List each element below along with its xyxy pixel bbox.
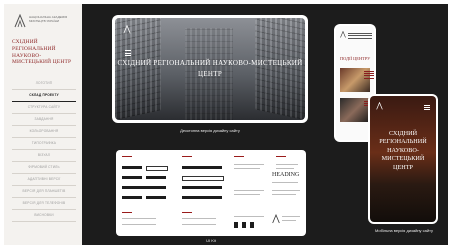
brand-title: СХІДНИЙ РЕГІОНАЛЬНИЙ НАУКОВО-МИСТЕЦЬКИЙ … <box>12 39 72 66</box>
nav-item-typography[interactable]: ТИПОГРАФІКА <box>12 138 76 150</box>
hero-title: СХІДНИЙ РЕГІОНАЛЬНИЙ НАУКОВО-МИСТЕЦЬКИЙ … <box>117 59 303 78</box>
ui-kit-caption: UI Kit <box>206 238 216 243</box>
desktop-caption: Десктопна версія дизайну сайту <box>180 128 240 133</box>
nav-item-conclusions[interactable]: ВИСНОВКИ <box>12 210 76 222</box>
nav-item-style[interactable]: ФІРМОВИЙ СТИЛЬ <box>12 162 76 174</box>
nav-item-structure[interactable]: СТРУКТУРА САЙТУ <box>12 102 76 114</box>
phone1-logo-icon <box>340 31 346 38</box>
sidebar-nav: ЛОГОТИП СКЛАД ПРОЕКТУ СТРУКТУРА САЙТУ ЗА… <box>12 78 76 222</box>
nav-item-tasks[interactable]: ЗАВДАННЯ <box>12 114 76 126</box>
phone1-logo-lines <box>348 32 372 40</box>
nav-item-phone[interactable]: ВЕРСІЯ ДЛЯ ТЕЛЕФОНІВ <box>12 198 76 210</box>
hero-logo-icon <box>123 25 131 34</box>
ui-kit-board: HEADING <box>116 150 306 236</box>
phone2-screen: СХІДНИЙ РЕГІОНАЛЬНИЙ НАУКОВО-МИСТЕЦЬКИЙ … <box>370 96 436 222</box>
ui-kit-logo-icon <box>272 214 280 224</box>
phone2-menu-icon[interactable] <box>424 103 430 111</box>
nav-item-colors[interactable]: КОЛЬОРОВАННЯ <box>12 126 76 138</box>
mobile-caption: Мобільна версія дизайну сайту <box>375 228 433 233</box>
nav-item-logo[interactable]: ЛОГОТИП <box>12 78 76 90</box>
sidebar: НАЦІОНАЛЬНА АКАДЕМІЯ МИСТЕЦТВ УКРАЇНИ СХ… <box>4 4 82 245</box>
phone2-logo-icon <box>376 102 383 110</box>
events-heading: ПОДІЇ ЦЕНТРУ <box>340 56 371 61</box>
hero-menu-icon[interactable] <box>125 48 131 58</box>
desktop-hero: СХІДНИЙ РЕГІОНАЛЬНИЙ НАУКОВО-МИСТЕЦЬКИЙ … <box>115 18 305 120</box>
phone-mockup-main: СХІДНИЙ РЕГІОНАЛЬНИЙ НАУКОВО-МИСТЕЦЬКИЙ … <box>368 94 438 224</box>
nav-item-project[interactable]: СКЛАД ПРОЕКТУ <box>12 90 76 102</box>
ui-kit-heading: HEADING <box>272 172 300 178</box>
nav-item-tablet[interactable]: ВЕРСІЯ ДЛЯ ПЛАНШЕТІВ <box>12 186 76 198</box>
academy-logo-icon <box>14 14 26 28</box>
desktop-mockup: СХІДНИЙ РЕГІОНАЛЬНИЙ НАУКОВО-МИСТЕЦЬКИЙ … <box>112 15 308 123</box>
nav-item-adaptive[interactable]: АДАПТИВНІ ВЕРСІЇ <box>12 174 76 186</box>
nav-item-visual[interactable]: ВІЗУАЛ <box>12 150 76 162</box>
logo-text: НАЦІОНАЛЬНА АКАДЕМІЯ МИСТЕЦТВ УКРАЇНИ <box>29 15 68 23</box>
phone2-hero-title: СХІДНИЙ РЕГІОНАЛЬНИЙ НАУКОВО-МИСТЕЦЬКИЙ … <box>379 130 427 171</box>
presentation-frame: НАЦІОНАЛЬНА АКАДЕМІЯ МИСТЕЦТВ УКРАЇНИ СХ… <box>4 4 448 245</box>
